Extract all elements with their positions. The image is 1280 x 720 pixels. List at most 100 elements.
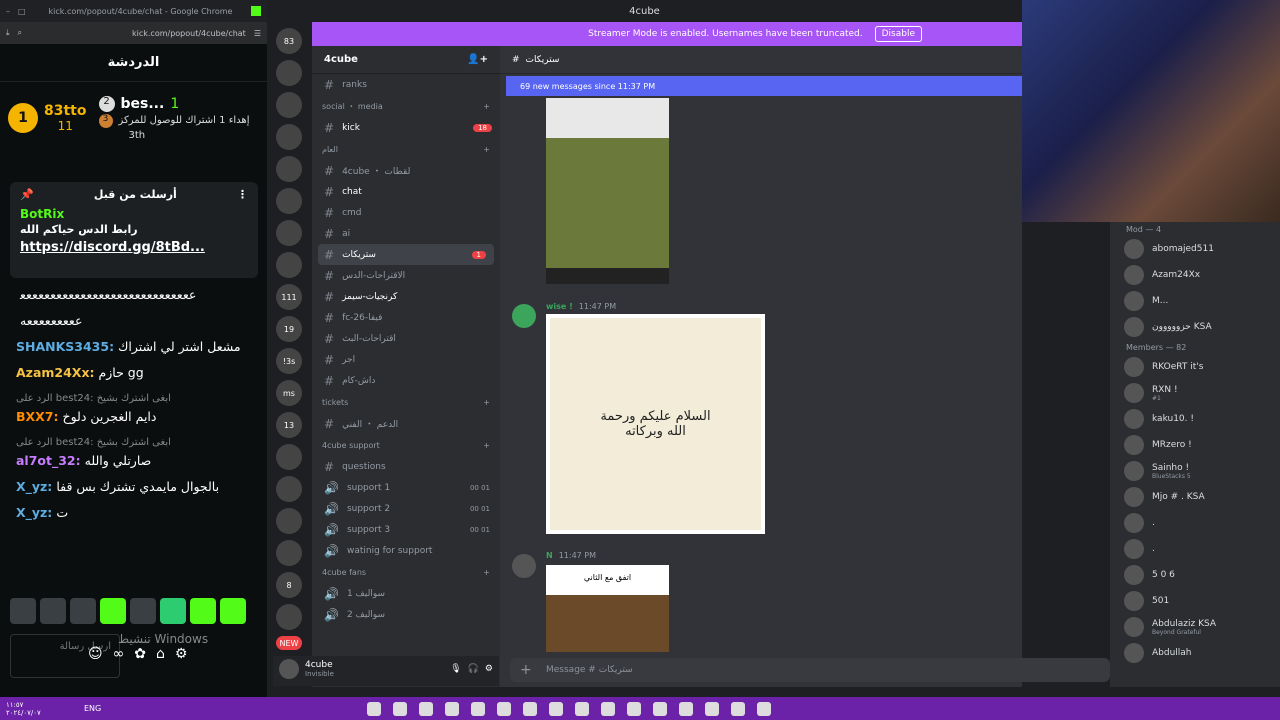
chat-message[interactable]: X_yz: ت [0, 504, 267, 522]
chat-username[interactable]: Azam24Xx: [16, 365, 95, 380]
voice-channel[interactable]: 🔊 سواليف 2 [312, 604, 500, 625]
emoji-icon[interactable]: ☺ [88, 646, 103, 662]
server-icon[interactable]: 13 [276, 412, 302, 438]
add-attachment-icon[interactable]: + [520, 662, 532, 678]
server-icon[interactable] [276, 444, 302, 470]
gear-icon[interactable]: ⚙ [485, 664, 493, 674]
channel-category[interactable]: 4cube fans + [312, 561, 500, 583]
server-icon[interactable] [276, 476, 302, 502]
server-icon[interactable] [276, 60, 302, 86]
firefox-icon[interactable] [549, 701, 564, 716]
composer-placeholder[interactable]: Message # ستريكات [546, 665, 633, 675]
minimize-icon[interactable]: – [6, 7, 18, 16]
emote-icon[interactable] [160, 598, 186, 624]
text-channel[interactable]: # الدعم ・ الفني [312, 413, 500, 434]
search-icon[interactable]: ⌕ [18, 28, 22, 38]
voice-channel[interactable]: 🔊 support 2 00 01 [312, 498, 500, 519]
server-icon[interactable] [276, 252, 302, 278]
member-item[interactable]: 5 0 6 [1110, 562, 1280, 588]
store-icon[interactable]: ⌂ [156, 646, 165, 662]
spotify-icon[interactable] [445, 701, 460, 716]
member-item[interactable]: Sainho ! BlueStacks 5 [1110, 458, 1280, 484]
chat-message[interactable]: BXX7: دايم الغجرين دلوخ [0, 408, 267, 426]
add-channel-icon[interactable]: + [483, 145, 490, 154]
author-avatar[interactable] [512, 304, 536, 328]
chat-message[interactable]: X_yz: بالجوال مايمدي تشترك بس قفا [0, 478, 267, 496]
chrome-icon[interactable] [471, 701, 486, 716]
author-avatar[interactable] [512, 554, 536, 578]
play-icon[interactable] [393, 701, 408, 716]
channel-category[interactable]: social ・ media + [312, 95, 500, 117]
server-icon[interactable]: 111 [276, 284, 302, 310]
url-bar[interactable]: ⤓ ⌕ kick.com/popout/4cube/chat ☰ [0, 22, 267, 44]
member-item[interactable]: RKOeRT it's [1110, 354, 1280, 380]
server-icon[interactable]: 19 [276, 316, 302, 342]
pinned-link[interactable]: https://discord.gg/8tBd... [10, 238, 258, 257]
message-author[interactable]: N [546, 551, 553, 560]
settings-icon[interactable]: ⚙ [175, 646, 188, 662]
image-attachment-meme[interactable]: اتفق مع الثاني [546, 565, 669, 652]
text-channel[interactable]: #4cube ・ لقطات [312, 160, 500, 181]
emote-icon[interactable] [220, 598, 246, 624]
server-icon[interactable] [276, 188, 302, 214]
server-icon[interactable] [276, 508, 302, 534]
add-channel-icon[interactable]: + [483, 398, 490, 407]
infinity-icon[interactable]: ∞ [113, 646, 125, 662]
disable-button[interactable]: Disable [874, 26, 922, 42]
chat-message[interactable]: SHANKS3435: مشعل اشتر لي اشتراك [0, 338, 267, 356]
text-channel[interactable]: # cmd [312, 202, 500, 223]
pinned-message[interactable]: 📌 أرسلت من قبل ⋮ BotRix رابط الدس حياكم … [10, 182, 258, 278]
terminal-icon[interactable] [497, 701, 512, 716]
voice-channel[interactable]: 🔊 سواليف 1 [312, 583, 500, 604]
member-item[interactable]: M... [1110, 288, 1280, 314]
microphone-icon[interactable]: 🎙 [450, 664, 461, 674]
server-icon[interactable]: !3s [276, 348, 302, 374]
chat-message[interactable]: Azam24Xx: حازم gg [0, 364, 267, 382]
mail-icon[interactable] [627, 701, 642, 716]
image-attachment-greeting[interactable]: السلام عليكم ورحمة الله وبركاته [546, 314, 765, 534]
server-name[interactable]: 4cube [324, 54, 358, 65]
text-channel[interactable]: # kick 18 [312, 117, 500, 138]
server-icon[interactable]: ms [276, 380, 302, 406]
windows-icon[interactable] [757, 701, 772, 716]
maximize-icon[interactable]: □ [18, 7, 30, 16]
text-channel[interactable]: # الاقتراحات-الدس [312, 265, 500, 286]
server-icon[interactable]: 8 [276, 572, 302, 598]
text-channel[interactable]: # fc-26-فيفا [312, 307, 500, 328]
text-channel[interactable]: # كرنجيات-سيمز [312, 286, 500, 307]
emote-icon[interactable] [100, 598, 126, 624]
text-channel[interactable]: # اجر [312, 349, 500, 370]
member-item[interactable]: Abdulaziz KSA Beyond Grateful [1110, 614, 1280, 640]
member-item[interactable]: Mjo # . KSA [1110, 484, 1280, 510]
download-icon[interactable]: ⤓ [6, 28, 10, 38]
channel-category[interactable]: tickets + [312, 391, 500, 413]
member-item[interactable]: حزووووون KSA [1110, 314, 1280, 340]
new-messages-bar[interactable]: 69 new messages since 11:37 PM [506, 76, 1022, 96]
edge-icon[interactable] [653, 701, 668, 716]
instagram-icon[interactable] [575, 701, 590, 716]
server-icon[interactable] [276, 124, 302, 150]
text-channel[interactable]: # questions [312, 456, 500, 477]
text-channel[interactable]: # ai [312, 223, 500, 244]
discord-icon[interactable] [523, 701, 538, 716]
record-icon[interactable] [367, 701, 382, 716]
folder-icon[interactable] [705, 701, 720, 716]
server-icon[interactable]: 83 [276, 28, 302, 54]
chat-message[interactable]: ﻋﻌﻌﻌﻌﻌﻌﻌﻌﻌﻌﻌﻌﻌﻌﻌﻌﻌﻌﻌﻌﻌﻌﻌﻌﻌﻌﻌﻌ [0, 286, 267, 304]
member-item[interactable]: Azam24Xx [1110, 262, 1280, 288]
text-channel[interactable]: # ستريكات 1 [318, 244, 494, 265]
server-icon[interactable] [276, 604, 302, 630]
channel-category[interactable]: العام + [312, 138, 500, 160]
window-icon[interactable] [731, 701, 746, 716]
server-icon[interactable] [276, 540, 302, 566]
chat-username[interactable]: X_yz: [16, 505, 52, 520]
server-icon[interactable] [276, 220, 302, 246]
voice-channel[interactable]: 🔊 support 1 00 01 [312, 477, 500, 498]
chat-message[interactable]: ﻋﻌﻌﻌﻌﻌﻌﻌﻌﻪ [0, 312, 267, 330]
add-channel-icon[interactable]: + [483, 102, 490, 111]
member-item[interactable]: abomajed511 [1110, 236, 1280, 262]
member-item[interactable]: . [1110, 510, 1280, 536]
add-channel-icon[interactable]: + [483, 441, 490, 450]
text-channel[interactable]: # chat [312, 181, 500, 202]
flower-icon[interactable]: ✿ [134, 646, 146, 662]
